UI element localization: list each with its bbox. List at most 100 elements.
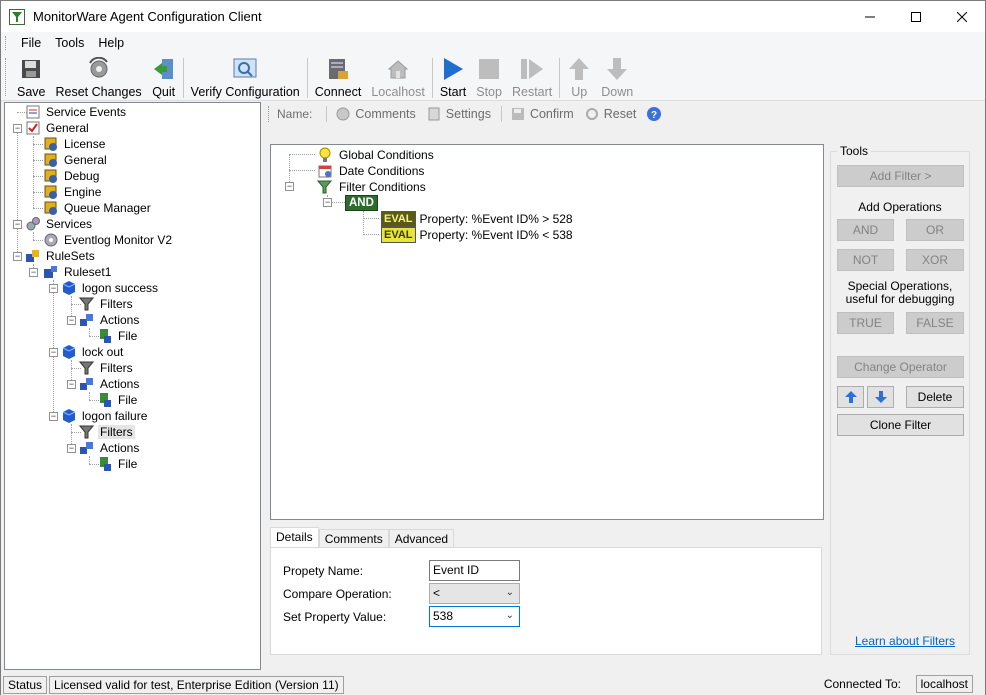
clone-filter-button[interactable]: Clone Filter [837, 414, 964, 436]
tree-item-filters[interactable]: Filters [79, 296, 135, 312]
tree-item-file[interactable]: File [97, 456, 139, 472]
rulesets-collapse-toggle[interactable]: − [13, 252, 22, 261]
false-button[interactable]: FALSE [906, 312, 964, 334]
tree-item-rulesets[interactable]: RuleSets [25, 248, 97, 264]
ruleset1-collapse-toggle[interactable]: − [29, 268, 38, 277]
arrow-up-icon [844, 391, 857, 403]
tree-item-file[interactable]: File [97, 328, 139, 344]
save-button[interactable]: Save [12, 54, 51, 100]
services-collapse-toggle[interactable]: − [13, 220, 22, 229]
tree-item-general-settings[interactable]: General [43, 152, 109, 168]
date-conditions-node[interactable]: Date Conditions [317, 163, 424, 179]
logon-success-collapse-toggle[interactable]: − [49, 284, 58, 293]
eval-condition-2[interactable]: EVAL Property: %Event ID% < 538 [381, 227, 573, 243]
tree-item-general[interactable]: General [25, 120, 91, 136]
tree-item-service-events[interactable]: Service Events [25, 104, 128, 120]
lock-out-collapse-toggle[interactable]: − [49, 348, 58, 357]
maximize-button[interactable] [893, 1, 939, 32]
logon-failure-collapse-toggle[interactable]: − [49, 412, 58, 421]
eval-condition-1[interactable]: EVAL Property: %Event ID% > 528 [381, 211, 573, 227]
stop-button[interactable]: Stop [471, 54, 507, 100]
actions-collapse-toggle[interactable]: − [67, 316, 76, 325]
general-collapse-toggle[interactable]: − [13, 124, 22, 133]
tree-item-filters-selected[interactable]: Filters [79, 424, 135, 440]
actions-icon [79, 312, 95, 328]
localhost-label: Localhost [371, 85, 425, 99]
tree-item-debug[interactable]: Debug [43, 168, 101, 184]
comments-button[interactable]: Comments [335, 106, 416, 122]
restart-button[interactable]: Restart [507, 54, 557, 100]
xor-button[interactable]: XOR [906, 249, 964, 271]
tree-item-services[interactable]: Services [25, 216, 94, 232]
move-up-button[interactable] [837, 386, 864, 408]
learn-about-filters-link[interactable]: Learn about Filters [855, 634, 955, 648]
tree-item-logon-failure[interactable]: logon failure [61, 408, 149, 424]
menu-file[interactable]: File [14, 34, 48, 52]
or-button[interactable]: OR [906, 219, 964, 241]
up-button[interactable]: Up [562, 54, 596, 100]
delete-button[interactable]: Delete [906, 386, 964, 408]
localhost-button[interactable]: Localhost [366, 54, 430, 100]
filter-conditions-node[interactable]: Filter Conditions [317, 179, 426, 195]
verify-configuration-button[interactable]: Verify Configuration [186, 54, 305, 100]
special-operations-label: Special Operations, [847, 279, 953, 293]
property-value-combo[interactable]: 538 ⌄ [429, 606, 520, 627]
not-button[interactable]: NOT [837, 249, 894, 271]
tree-item-ruleset1[interactable]: Ruleset1 [43, 264, 113, 280]
tab-details[interactable]: Details [270, 527, 319, 549]
menu-tools[interactable]: Tools [48, 34, 91, 52]
tree-item-actions[interactable]: Actions [79, 440, 141, 456]
tree-item-actions[interactable]: Actions [79, 312, 141, 328]
filter-funnel-icon [79, 424, 95, 440]
minimize-button[interactable] [847, 1, 893, 32]
tree-item-lock-out[interactable]: lock out [61, 344, 125, 360]
tree-item-eventlog-monitor[interactable]: Eventlog Monitor V2 [43, 232, 174, 248]
quit-button[interactable]: Quit [147, 54, 181, 100]
close-button[interactable] [939, 1, 985, 32]
tab-comments[interactable]: Comments [318, 529, 389, 549]
tree-item-actions[interactable]: Actions [79, 376, 141, 392]
reset-button[interactable]: Reset [584, 106, 636, 122]
menu-help[interactable]: Help [91, 34, 131, 52]
app-filter-icon [9, 8, 25, 25]
help-button[interactable]: ? [646, 106, 666, 122]
tree-item-file[interactable]: File [97, 392, 139, 408]
configuration-tree[interactable]: − − − − − − − − − − Service Events Gener… [4, 102, 261, 670]
add-filter-button[interactable]: Add Filter > [837, 165, 964, 187]
down-button[interactable]: Down [596, 54, 638, 100]
tree-item-logon-success[interactable]: logon success [61, 280, 160, 296]
tab-advanced[interactable]: Advanced [388, 529, 455, 549]
move-down-button[interactable] [867, 386, 894, 408]
compare-operation-select[interactable]: < ⌄ [429, 583, 520, 604]
and-button[interactable]: AND [837, 219, 894, 241]
arrow-up-icon [567, 56, 591, 82]
rule-cube-icon [61, 280, 77, 296]
toolbar-grip[interactable] [5, 58, 8, 96]
settings-shield-icon [43, 136, 59, 152]
actions-collapse-toggle[interactable]: − [67, 444, 76, 453]
confirm-button[interactable]: Confirm [510, 106, 574, 122]
connect-button[interactable]: Connect [310, 54, 367, 100]
and-operator-node[interactable]: AND [345, 195, 384, 211]
tree-item-queue-manager[interactable]: Queue Manager [43, 200, 153, 216]
and-collapse-toggle[interactable]: − [323, 198, 332, 207]
global-conditions-node[interactable]: Global Conditions [317, 147, 434, 163]
true-button[interactable]: TRUE [837, 312, 894, 334]
verify-label: Verify Configuration [190, 85, 300, 99]
menu-grip[interactable] [5, 36, 8, 50]
filter-conditions-collapse-toggle[interactable]: − [285, 182, 294, 191]
comments-icon [335, 106, 351, 122]
start-button[interactable]: Start [435, 54, 471, 100]
rulesets-icon [25, 248, 41, 264]
settings-shield-icon [43, 168, 59, 184]
tree-item-engine[interactable]: Engine [43, 184, 103, 200]
property-name-field[interactable]: Event ID [429, 560, 520, 581]
settings-button[interactable]: Settings [426, 106, 491, 122]
reset-changes-button[interactable]: Reset Changes [51, 54, 147, 100]
filter-conditions-tree[interactable]: − − Global Conditions Date Conditions Fi… [270, 144, 824, 520]
tree-item-license[interactable]: License [43, 136, 107, 152]
subbar-grip[interactable] [268, 106, 271, 122]
change-operator-button[interactable]: Change Operator [837, 356, 964, 378]
actions-collapse-toggle[interactable]: − [67, 380, 76, 389]
tree-item-filters[interactable]: Filters [79, 360, 135, 376]
